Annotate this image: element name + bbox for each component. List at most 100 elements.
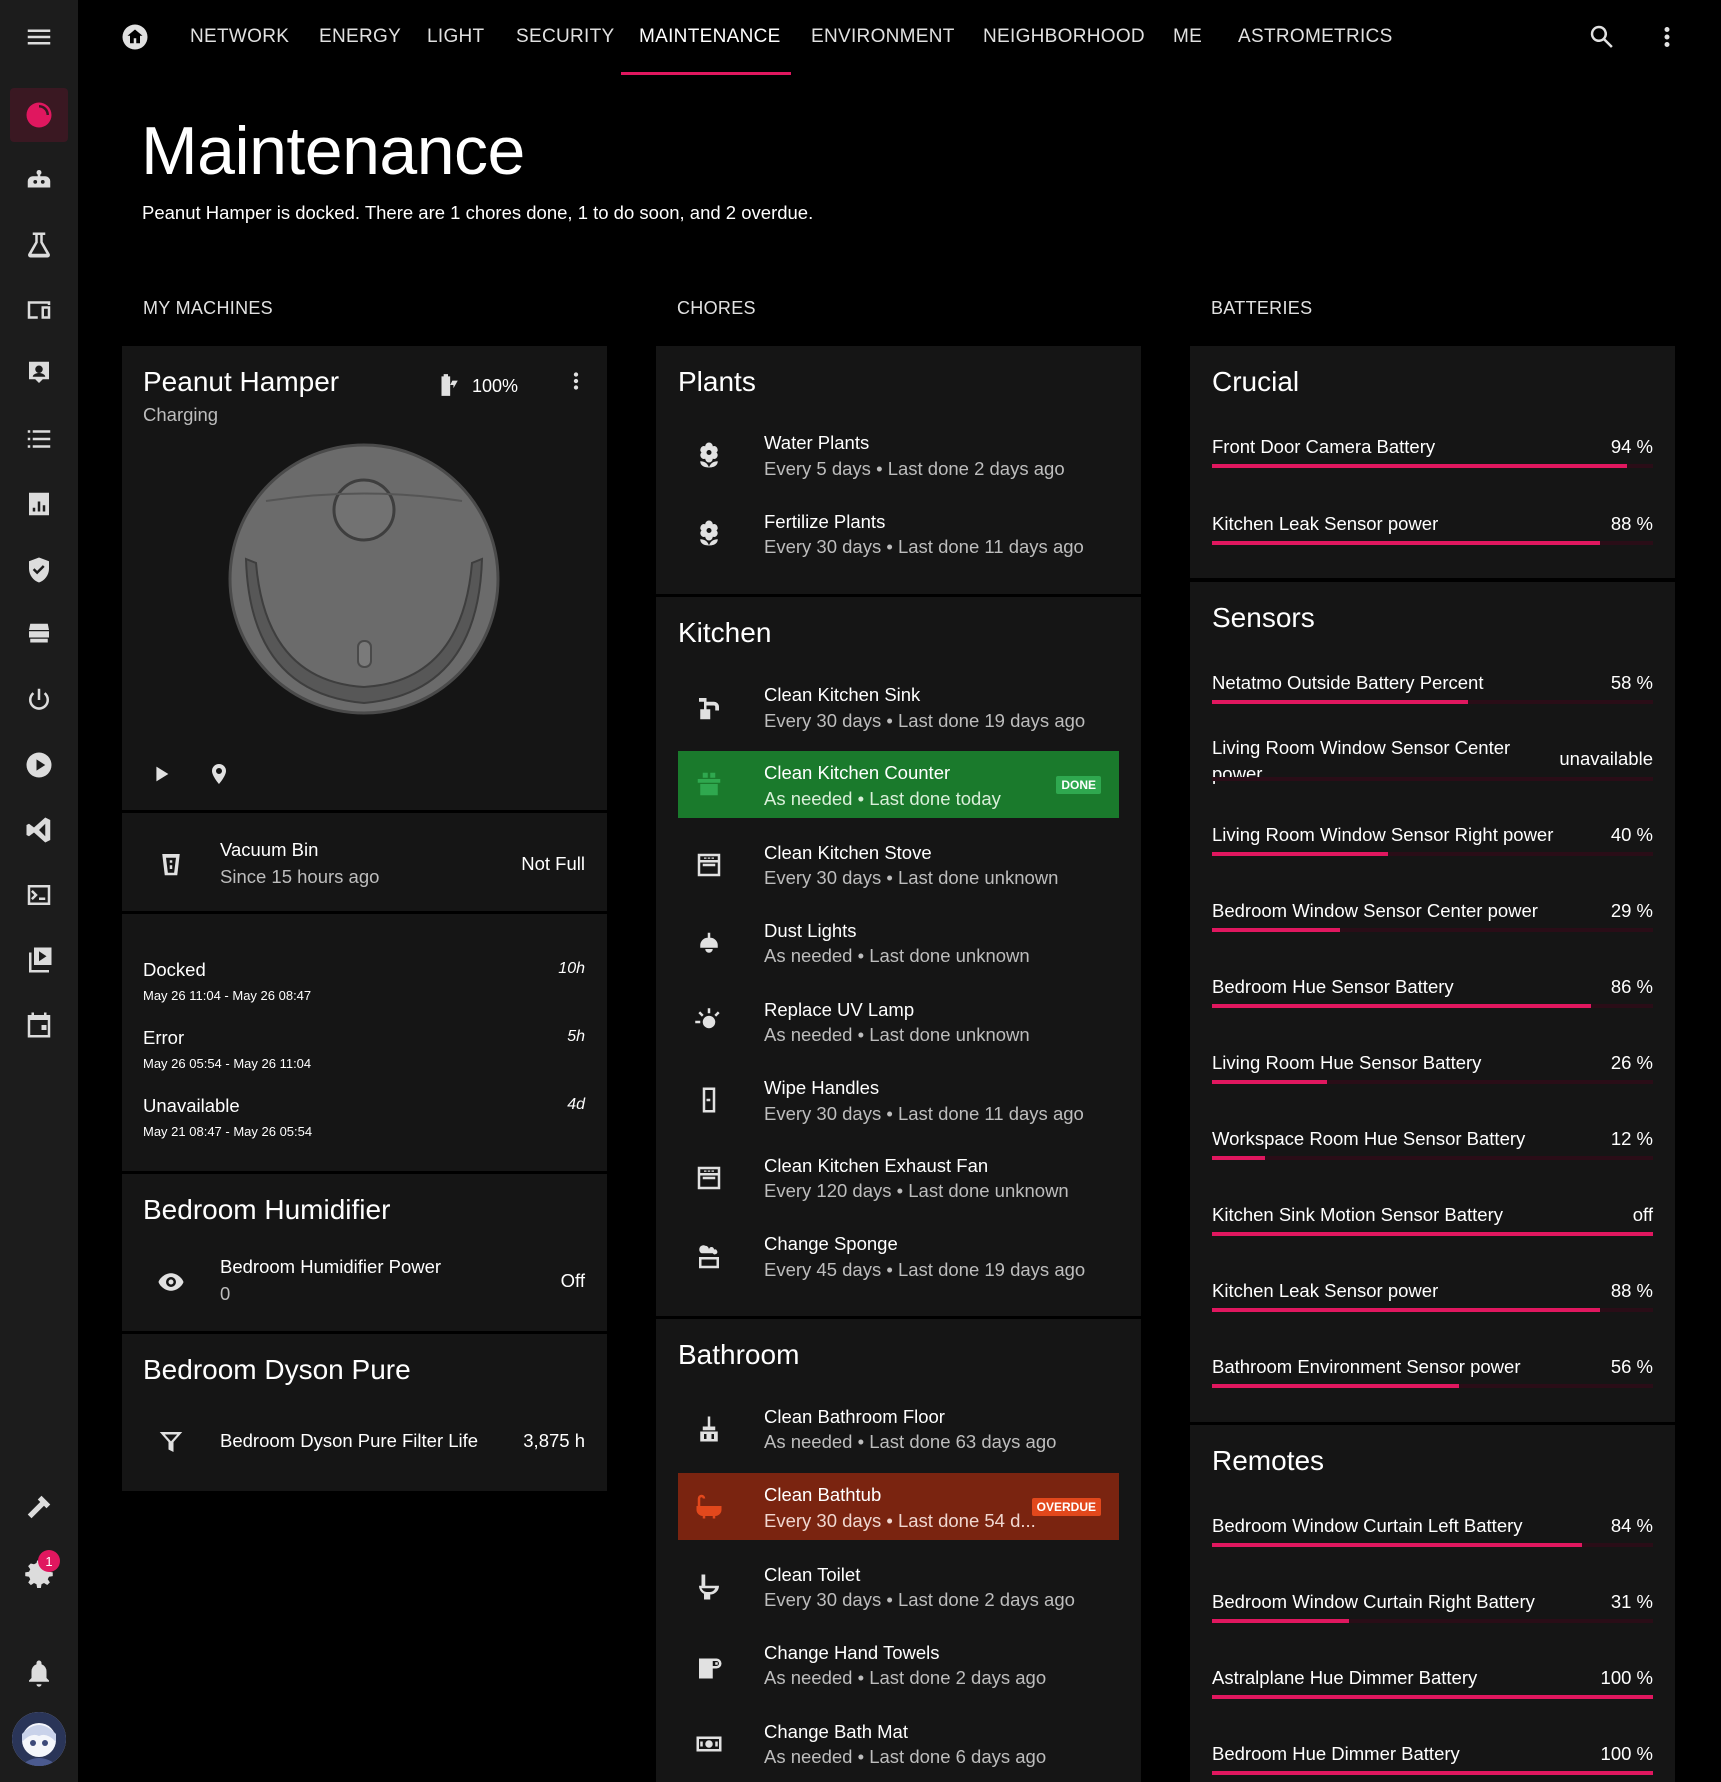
battery-value: 29 % (1610, 900, 1653, 921)
batteries-remotes-card: Remotes Bedroom Window Curtain Left Batt… (1190, 1425, 1675, 1782)
tab-astrometrics[interactable]: ASTROMETRICS (1238, 26, 1393, 48)
battery-bar (1212, 1543, 1653, 1547)
battery-bar-fill (1212, 1384, 1459, 1388)
battery-bar-fill (1212, 1695, 1653, 1699)
calendar-icon[interactable] (10, 998, 68, 1052)
battery-bar-fill (1212, 1156, 1265, 1160)
more-vert-icon[interactable] (563, 368, 589, 394)
chore-detail: As needed • Last done 6 days ago (764, 1746, 1047, 1767)
account-box-icon[interactable] (10, 346, 68, 400)
chores-kitchen-card: Kitchen Clean Kitchen Sink Every 30 days… (656, 597, 1141, 1316)
battery-bar (1212, 852, 1653, 856)
tab-network[interactable]: NETWORK (190, 26, 289, 48)
menu-icon[interactable] (10, 10, 68, 64)
vacuum-bin-card: Vacuum Bin Since 15 hours ago Not Full (122, 813, 607, 911)
faucet-icon (694, 693, 724, 723)
tab-light[interactable]: LIGHT (427, 26, 484, 48)
tab-me[interactable]: ME (1173, 26, 1202, 48)
shield-check-icon[interactable] (10, 543, 68, 597)
chore-detail: Every 30 days • Last done 11 days ago (764, 1103, 1084, 1124)
tab-maintenance[interactable]: MAINTENANCE (639, 26, 781, 48)
vscode-icon[interactable] (10, 803, 68, 857)
battery-bar (1212, 1232, 1653, 1236)
bell-icon[interactable] (10, 1646, 68, 1700)
flask-icon[interactable] (10, 218, 68, 272)
tab-environment[interactable]: ENVIRONMENT (811, 26, 955, 48)
dashboard-icon[interactable] (10, 88, 68, 142)
chore-detail: Every 30 days • Last done 11 days ago (764, 536, 1084, 557)
battery-bar (1212, 1771, 1653, 1775)
range-hood-icon (694, 1163, 724, 1193)
battery-value: 86 % (1610, 976, 1653, 997)
battery-value: 94 % (1610, 436, 1653, 457)
chores-plants-title: Plants (678, 366, 756, 397)
vacuum-bin-since: Since 15 hours ago (220, 866, 380, 887)
home-icon[interactable] (120, 22, 150, 52)
more-vert-icon[interactable] (1652, 22, 1682, 52)
media-icon[interactable] (10, 933, 68, 987)
battery-value: unavailable (1559, 748, 1653, 769)
chore-name: Clean Kitchen Stove (764, 842, 932, 863)
chore-name: Replace UV Lamp (764, 999, 915, 1020)
hacs-icon[interactable] (10, 608, 68, 662)
battery-bar-fill (1212, 1308, 1601, 1312)
hammer-icon[interactable] (10, 1480, 68, 1534)
battery-bar (1212, 541, 1653, 545)
tab-security[interactable]: SECURITY (516, 26, 614, 48)
play-icon[interactable] (150, 763, 172, 785)
battery-value: 56 % (1610, 1356, 1653, 1377)
chore-name: Clean Bathroom Floor (764, 1406, 945, 1427)
battery-name: Kitchen Sink Motion Sensor Battery (1212, 1204, 1504, 1225)
countertop-icon (694, 769, 724, 799)
chore-name: Change Hand Towels (764, 1642, 940, 1663)
chore-done-highlight[interactable]: Clean Kitchen Counter As needed • Last d… (678, 751, 1119, 818)
terminal-icon[interactable] (10, 868, 68, 922)
robot-icon[interactable] (10, 153, 68, 207)
devices-icon[interactable] (10, 283, 68, 337)
battery-bar (1212, 1156, 1653, 1160)
locate-icon[interactable] (207, 762, 231, 786)
play-icon[interactable] (10, 738, 68, 792)
settings-icon[interactable]: 1 (10, 1546, 68, 1600)
battery-name: Astralplane Hue Dimmer Battery (1212, 1667, 1478, 1688)
eye-icon (156, 1267, 186, 1297)
battery-name: Bedroom Hue Dimmer Battery (1212, 1743, 1460, 1764)
chore-detail: Every 30 days • Last done 2 days ago (764, 1589, 1075, 1610)
chore-name: Clean Bathtub (764, 1484, 882, 1505)
ceiling-light-icon (694, 929, 724, 959)
tab-neighborhood[interactable]: NEIGHBORHOOD (983, 26, 1145, 48)
battery-name: Workspace Room Hue Sensor Battery (1212, 1128, 1526, 1149)
search-icon[interactable] (1587, 22, 1617, 52)
history-state: Unavailable (143, 1095, 240, 1116)
battery-bar (1212, 1080, 1653, 1084)
chore-name: Clean Toilet (764, 1564, 861, 1585)
towel-icon (694, 1651, 724, 1681)
battery-value: off (1632, 1204, 1653, 1225)
tab-energy[interactable]: ENERGY (319, 26, 401, 48)
humidifier-sub: 0 (220, 1283, 231, 1304)
battery-value: 40 % (1610, 824, 1653, 845)
humidifier-title: Bedroom Humidifier (143, 1194, 391, 1225)
toilet-icon (694, 1572, 724, 1602)
battery-name: Living Room Window Sensor Right power (1212, 824, 1554, 845)
battery-name: Bedroom Window Curtain Left Battery (1212, 1515, 1523, 1536)
battery-bar (1212, 700, 1653, 704)
history-duration: 5h (567, 1028, 585, 1045)
flower-icon (694, 440, 724, 470)
battery-value: 88 % (1610, 513, 1653, 534)
batteries-sensors-card: Sensors Netatmo Outside Battery Percent … (1190, 582, 1675, 1422)
humidifier-value: Off (560, 1270, 585, 1291)
dyson-label: Bedroom Dyson Pure Filter Life (220, 1430, 479, 1451)
chore-overdue-highlight[interactable]: Clean Bathtub Every 30 days • Last done … (678, 1473, 1119, 1540)
battery-value: 26 % (1610, 1052, 1653, 1073)
chores-kitchen-title: Kitchen (678, 617, 772, 648)
power-icon[interactable] (10, 673, 68, 727)
sponge-icon (694, 1242, 724, 1272)
avatar[interactable] (12, 1712, 66, 1766)
list-icon[interactable] (10, 412, 68, 466)
door-handle-icon (694, 1085, 724, 1115)
battery-bar (1212, 464, 1653, 468)
chart-icon[interactable] (10, 477, 68, 531)
battery-name: Bathroom Environment Sensor power (1212, 1356, 1521, 1377)
chore-detail: Every 45 days • Last done 19 days ago (764, 1259, 1086, 1280)
